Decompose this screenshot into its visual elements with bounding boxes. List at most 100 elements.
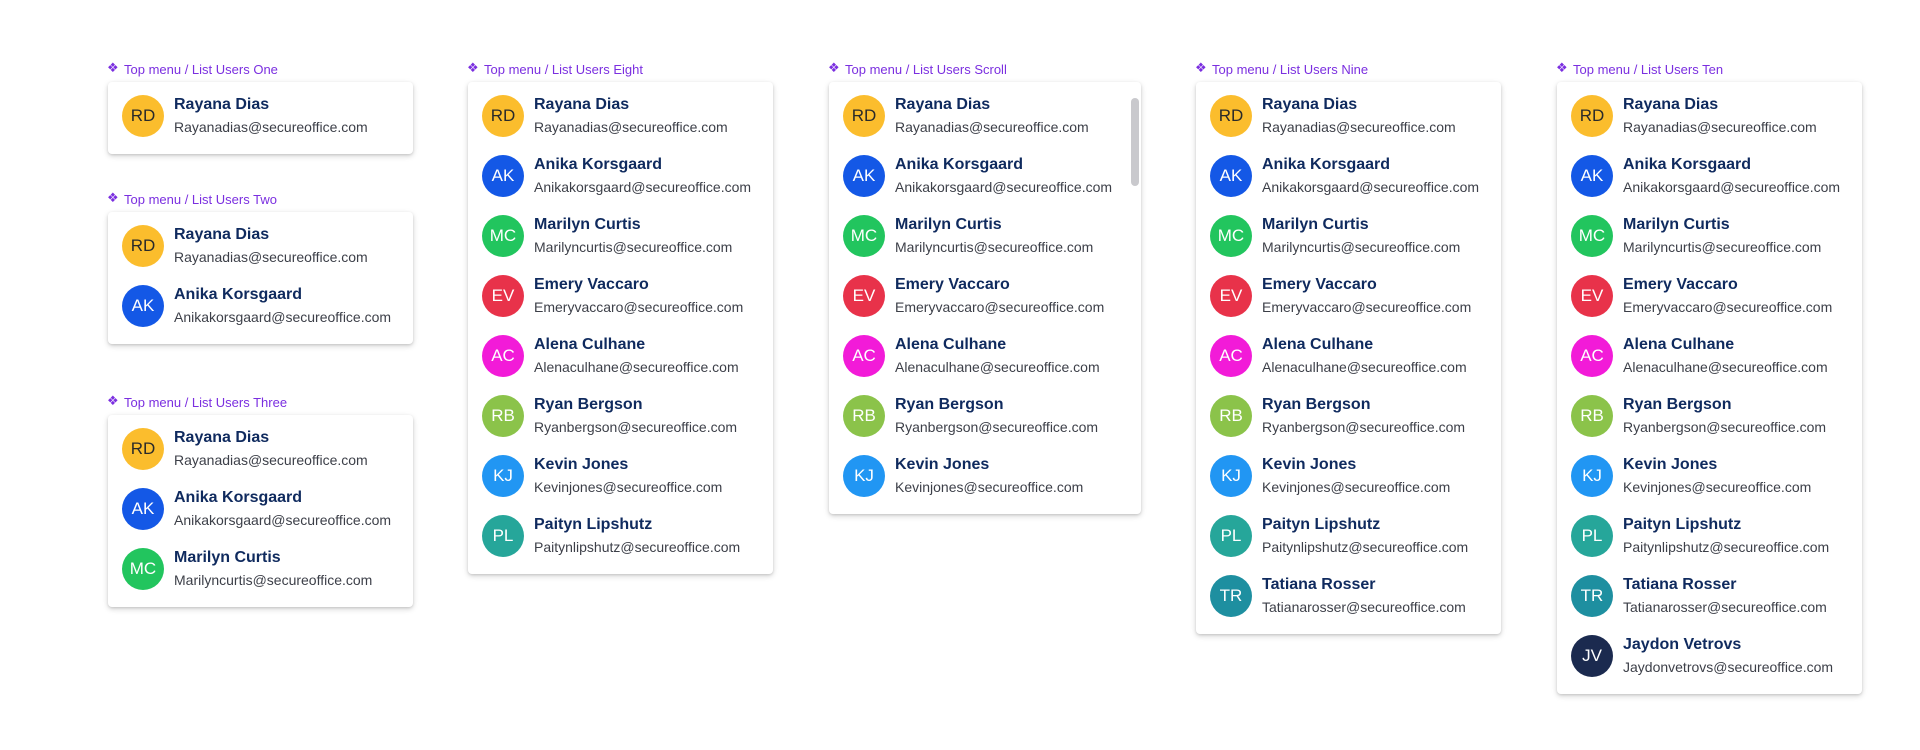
- user-info: Anika Korsgaard Anikakorsgaard@secureoffi…: [1262, 155, 1479, 197]
- user-info: Rayana Dias Rayanadias@secureoffice.com: [1623, 95, 1817, 137]
- user-list-item[interactable]: PL Paityn Lipshutz Paitynlipshutz@secureof…: [1196, 506, 1501, 566]
- user-info: Kevin Jones Kevinjones@secureoffice.com: [1623, 455, 1811, 497]
- avatar: RD: [482, 95, 524, 137]
- user-name: Emery Vaccaro: [1262, 276, 1377, 293]
- user-name: Anika Korsgaard: [1262, 156, 1391, 173]
- user-email: Rayanadias@secureoffice.com: [1262, 119, 1456, 135]
- user-list-item[interactable]: RD Rayana Dias Rayanadias@secureoffice.com: [108, 419, 413, 479]
- scrollbar-thumb[interactable]: [1131, 98, 1139, 186]
- avatar: AK: [1571, 155, 1613, 197]
- user-list-item[interactable]: AK Anika Korsgaard Anikakorsgaard@secureof…: [108, 479, 413, 539]
- user-email: Rayanadias@secureoffice.com: [534, 119, 728, 135]
- user-info: Paityn Lipshutz Paitynlipshutz@secureoffi…: [534, 515, 740, 557]
- user-name: Kevin Jones: [1623, 456, 1718, 473]
- component-label: Top menu / List Users One: [107, 60, 278, 77]
- user-list-item[interactable]: RD Rayana Dias Rayanadias@secureoffice.com: [108, 86, 413, 146]
- user-list-item[interactable]: KJ Kevin Jones Kevinjones@secureoffice.com: [829, 446, 1141, 506]
- user-name: Anika Korsgaard: [1623, 156, 1752, 173]
- user-list-item[interactable]: KJ Kevin Jones Kevinjones@secureoffice.com: [1557, 446, 1862, 506]
- user-list-item[interactable]: MC Marilyn Curtis Marilyncurtis@secureoffi…: [1196, 206, 1501, 266]
- user-list-item[interactable]: RB Ryan Bergson Ryanbergson@secureoffice.c…: [468, 386, 773, 446]
- user-list-item[interactable]: RD Rayana Dias Rayanadias@secureoffice.com: [1557, 86, 1862, 146]
- user-info: Anika Korsgaard Anikakorsgaard@secureoffi…: [1623, 155, 1840, 197]
- user-list-item[interactable]: MC Marilyn Curtis Marilyncurtis@secureoffi…: [468, 206, 773, 266]
- user-list-item[interactable]: RD Rayana Dias Rayanadias@secureoffice.com: [829, 86, 1141, 146]
- user-list-item[interactable]: RD Rayana Dias Rayanadias@secureoffice.com: [468, 86, 773, 146]
- user-list-item[interactable]: MC Marilyn Curtis Marilyncurtis@secureoffi…: [829, 206, 1141, 266]
- component-label: Top menu / List Users Three: [107, 393, 288, 410]
- user-list-item[interactable]: AK Anika Korsgaard Anikakorsgaard@secureof…: [468, 146, 773, 206]
- user-email: Ryanbergson@secureoffice.com: [1623, 419, 1827, 435]
- user-email: Emeryvaccaro@secureoffice.com: [895, 299, 1105, 315]
- user-email: Kevinjones@secureoffice.com: [1623, 479, 1812, 495]
- user-info: Alena Culhane Alenaculhane@secureoffice.c…: [895, 335, 1100, 377]
- user-list-item[interactable]: AK Anika Korsgaard Anikakorsgaard@secureof…: [829, 146, 1141, 206]
- user-list-card: RD Rayana Dias Rayanadias@secureoffice.com…: [108, 212, 413, 344]
- avatar: KJ: [1571, 455, 1613, 497]
- user-email: Ryanbergson@secureoffice.com: [534, 419, 738, 435]
- user-name: Ryan Bergson: [534, 396, 643, 413]
- avatar: MC: [1571, 215, 1613, 257]
- user-info: Ryan Bergson Ryanbergson@secureoffice.com: [1623, 395, 1826, 437]
- user-list-card: RD Rayana Dias Rayanadias@secureoffice.com…: [468, 82, 773, 574]
- user-list-item[interactable]: TR Tatiana Rosser Tatianarosser@secureoffi…: [1196, 566, 1501, 626]
- user-email: Alenaculhane@secureoffice.com: [1623, 359, 1828, 375]
- user-list-item[interactable]: JV Jaydon Vetrovs Jaydonvetrovs@secureoffi…: [1557, 626, 1862, 686]
- user-info: Rayana Dias Rayanadias@secureoffice.com: [174, 428, 368, 470]
- user-name: Alena Culhane: [1623, 336, 1735, 353]
- user-list-item[interactable]: AK Anika Korsgaard Anikakorsgaard@secureof…: [1557, 146, 1862, 206]
- user-list-item[interactable]: EV Emery Vaccaro Emeryvaccaro@secureoffice…: [1557, 266, 1862, 326]
- user-list-item[interactable]: PL Paityn Lipshutz Paitynlipshutz@secureof…: [1557, 506, 1862, 566]
- user-list-item[interactable]: AK Anika Korsgaard Anikakorsgaard@secureof…: [1196, 146, 1501, 206]
- avatar: AK: [1210, 155, 1252, 197]
- user-list-item[interactable]: PL Paityn Lipshutz Paitynlipshutz@secureof…: [468, 506, 773, 566]
- user-list-item[interactable]: MC Marilyn Curtis Marilyncurtis@secureoffi…: [1557, 206, 1862, 266]
- user-list-item[interactable]: EV Emery Vaccaro Emeryvaccaro@secureoffice…: [468, 266, 773, 326]
- avatar: RD: [122, 225, 164, 267]
- user-name: Alena Culhane: [1262, 336, 1374, 353]
- user-name: Rayana Dias: [1623, 96, 1719, 113]
- component-diamond-icon: [107, 60, 119, 76]
- user-info: Marilyn Curtis Marilyncurtis@secureoffice…: [534, 215, 732, 257]
- user-info: Paityn Lipshutz Paitynlipshutz@secureoffi…: [1262, 515, 1468, 557]
- user-list-item[interactable]: TR Tatiana Rosser Tatianarosser@secureoffi…: [1557, 566, 1862, 626]
- user-info: Tatiana Rosser Tatianarosser@secureoffice…: [1623, 575, 1827, 617]
- user-list-item[interactable]: AC Alena Culhane Alenaculhane@secureoffice…: [829, 326, 1141, 386]
- user-list-item[interactable]: RB Ryan Bergson Ryanbergson@secureoffice.c…: [1557, 386, 1862, 446]
- component-diamond-icon: [467, 60, 479, 76]
- user-list-item[interactable]: EV Emery Vaccaro Emeryvaccaro@secureoffice…: [1196, 266, 1501, 326]
- user-email: Anikakorsgaard@secureoffice.com: [174, 309, 392, 325]
- user-info: Emery Vaccaro Emeryvaccaro@secureoffice.c…: [1623, 275, 1832, 317]
- avatar: AC: [482, 335, 524, 377]
- user-list-item[interactable]: AC Alena Culhane Alenaculhane@secureoffice…: [468, 326, 773, 386]
- user-info: Alena Culhane Alenaculhane@secureoffice.c…: [534, 335, 739, 377]
- scrollbar[interactable]: [1131, 90, 1139, 510]
- user-list-item[interactable]: KJ Kevin Jones Kevinjones@secureoffice.com: [468, 446, 773, 506]
- user-email: Paitynlipshutz@secureoffice.com: [1262, 539, 1469, 555]
- user-name: Alena Culhane: [534, 336, 646, 353]
- avatar: PL: [482, 515, 524, 557]
- avatar: TR: [1571, 575, 1613, 617]
- user-name: Anika Korsgaard: [174, 489, 303, 506]
- user-list-item[interactable]: MC Marilyn Curtis Marilyncurtis@secureoffi…: [108, 539, 413, 599]
- user-list-item[interactable]: EV Emery Vaccaro Emeryvaccaro@secureoffice…: [829, 266, 1141, 326]
- user-email: Emeryvaccaro@secureoffice.com: [1262, 299, 1472, 315]
- user-info: Alena Culhane Alenaculhane@secureoffice.c…: [1623, 335, 1828, 377]
- user-list-item[interactable]: AK Anika Korsgaard Anikakorsgaard@secureof…: [108, 276, 413, 336]
- user-name: Rayana Dias: [174, 226, 270, 243]
- user-list-item[interactable]: AC Alena Culhane Alenaculhane@secureoffice…: [1196, 326, 1501, 386]
- user-name: Paityn Lipshutz: [1262, 516, 1381, 533]
- user-list-item[interactable]: RD Rayana Dias Rayanadias@secureoffice.com: [1196, 86, 1501, 146]
- user-list-item[interactable]: KJ Kevin Jones Kevinjones@secureoffice.com: [1196, 446, 1501, 506]
- user-list-item[interactable]: RD Rayana Dias Rayanadias@secureoffice.com: [108, 216, 413, 276]
- user-list-item[interactable]: RB Ryan Bergson Ryanbergson@secureoffice.c…: [829, 386, 1141, 446]
- user-list-item[interactable]: RB Ryan Bergson Ryanbergson@secureoffice.c…: [1196, 386, 1501, 446]
- user-list-item[interactable]: AC Alena Culhane Alenaculhane@secureoffice…: [1557, 326, 1862, 386]
- user-email: Anikakorsgaard@secureoffice.com: [174, 512, 392, 528]
- avatar: RB: [1571, 395, 1613, 437]
- user-name: Kevin Jones: [895, 456, 990, 473]
- component-diamond-icon: [1195, 60, 1207, 76]
- avatar: KJ: [482, 455, 524, 497]
- user-info: Anika Korsgaard Anikakorsgaard@secureoffi…: [895, 155, 1112, 197]
- component-label-text: Top menu / List Users Three: [124, 395, 288, 410]
